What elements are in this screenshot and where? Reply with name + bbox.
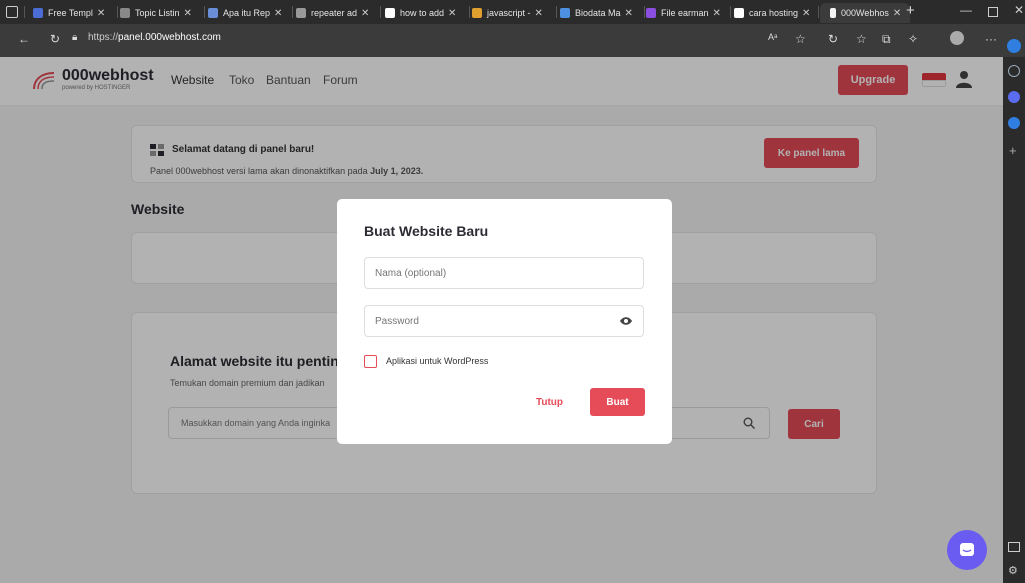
modal-title: Buat Website Baru (364, 223, 489, 239)
sidebar-layout-icon[interactable] (1008, 542, 1020, 552)
tab-separator (644, 6, 645, 18)
tab-favicon-icon (296, 8, 306, 18)
edge-sidebar: + ⚙ (1003, 39, 1025, 583)
tab-label: repeater ad (311, 8, 358, 18)
new-tab-button[interactable]: + (906, 2, 915, 19)
webhost-favicon-icon (830, 8, 836, 18)
more-menu-icon[interactable]: ··· (985, 32, 997, 46)
tab-label: how to add (400, 8, 445, 18)
close-tab-icon[interactable]: ✕ (184, 8, 192, 19)
refresh-icon[interactable]: ↻ (50, 32, 60, 46)
close-tab-icon[interactable]: ✕ (361, 8, 369, 19)
password-input[interactable] (364, 305, 644, 337)
tab-label: 000Webhos (841, 8, 889, 18)
extensions-icon[interactable]: ✧ (908, 32, 918, 46)
tab-favicon-icon (33, 8, 43, 18)
tab-label: Biodata Ma (575, 8, 621, 18)
tab-separator (469, 6, 470, 18)
browser-tab[interactable]: Topic Listin ✕ (120, 3, 200, 23)
refresh-extension-icon[interactable]: ↻ (828, 32, 838, 46)
close-tab-icon[interactable]: ✕ (713, 8, 721, 19)
tab-label: File earman (661, 8, 709, 18)
create-website-modal: Buat Website Baru Aplikasi untuk WordPre… (337, 199, 672, 444)
add-sidebar-icon[interactable]: + (1009, 143, 1017, 158)
cancel-button[interactable]: Tutup (536, 397, 563, 408)
profile-avatar[interactable] (950, 31, 964, 45)
favorites-icon[interactable]: ☆ (856, 32, 867, 46)
show-password-eye-icon[interactable] (619, 316, 633, 326)
browser-tab[interactable]: Free Templ ✕ (33, 3, 113, 23)
tab-favicon-icon (560, 8, 570, 18)
tab-separator (730, 6, 731, 18)
tab-label: Apa itu Rep (223, 8, 271, 18)
bing-icon[interactable] (1007, 39, 1021, 53)
back-icon[interactable]: ← (18, 32, 30, 46)
minimize-button[interactable]: — (960, 3, 972, 17)
tab-favicon-icon (208, 8, 218, 18)
copilot-icon[interactable] (1008, 91, 1020, 103)
browser-tab[interactable]: Apa itu Rep ✕ (208, 3, 288, 23)
tab-separator (117, 6, 118, 18)
tab-label: cara hosting (749, 8, 799, 18)
close-window-button[interactable]: ✕ (1014, 3, 1024, 17)
browser-tab[interactable]: how to add ✕ (385, 3, 465, 23)
tab-favicon-icon (120, 8, 130, 18)
browser-tab[interactable]: Biodata Ma ✕ (560, 3, 640, 23)
tab-label: Free Templ (48, 8, 93, 18)
page-viewport: 000webhost powered by HOSTINGER Website … (0, 57, 1003, 583)
close-tab-icon[interactable]: ✕ (535, 8, 543, 19)
browser-tab[interactable]: cara hosting ✕ (734, 3, 814, 23)
tab-label: javascript - (487, 8, 531, 18)
maximize-button[interactable] (988, 7, 998, 17)
browser-tab[interactable]: javascript - ✕ (472, 3, 552, 23)
tab-favicon-icon (646, 8, 656, 18)
chat-support-button[interactable] (947, 530, 987, 570)
tab-favicon-icon (385, 8, 395, 18)
close-tab-icon[interactable]: ✕ (97, 8, 105, 19)
wordpress-label[interactable]: Aplikasi untuk WordPress (386, 356, 488, 366)
favorite-star-icon[interactable]: ☆ (795, 32, 806, 46)
tab-separator (556, 6, 557, 18)
search-sidebar-icon[interactable] (1008, 65, 1020, 77)
lock-icon: 🔒︎ (72, 32, 78, 43)
tab-separator (292, 6, 293, 18)
close-tab-icon[interactable]: ✕ (893, 8, 901, 19)
url-field[interactable]: https://panel.000webhost.com (88, 32, 221, 43)
collections-icon[interactable]: ⧉ (882, 32, 891, 47)
tab-separator (380, 6, 381, 18)
tab-separator (204, 6, 205, 18)
read-aloud-icon[interactable]: Aᵃ (768, 32, 777, 42)
browser-tab-bar: Free Templ ✕ Topic Listin ✕ Apa itu Rep ✕ repe… (0, 0, 1025, 24)
tab-actions-icon[interactable] (6, 6, 18, 18)
browser-tab[interactable]: File earman ✕ (646, 3, 726, 23)
create-button[interactable]: Buat (590, 388, 645, 416)
outlook-icon[interactable] (1008, 117, 1020, 129)
tab-000webhost[interactable]: 000Webhos ✕ (820, 3, 910, 23)
chat-icon (960, 543, 974, 556)
website-name-input[interactable] (364, 257, 644, 289)
tab-favicon-icon (472, 8, 482, 18)
browser-tab[interactable]: repeater ad ✕ (296, 3, 376, 23)
tab-separator (818, 6, 819, 18)
wordpress-checkbox[interactable] (364, 355, 377, 368)
tab-favicon-icon (734, 8, 744, 18)
address-bar: ← ↻ 🔒︎ https://panel.000webhost.com Aᵃ ☆… (0, 24, 1025, 57)
settings-icon[interactable]: ⚙ (1008, 564, 1018, 577)
tab-label: Topic Listin (135, 8, 180, 18)
close-tab-icon[interactable]: ✕ (274, 8, 282, 19)
close-tab-icon[interactable]: ✕ (448, 8, 456, 19)
close-tab-icon[interactable]: ✕ (802, 8, 810, 19)
close-tab-icon[interactable]: ✕ (625, 8, 633, 19)
